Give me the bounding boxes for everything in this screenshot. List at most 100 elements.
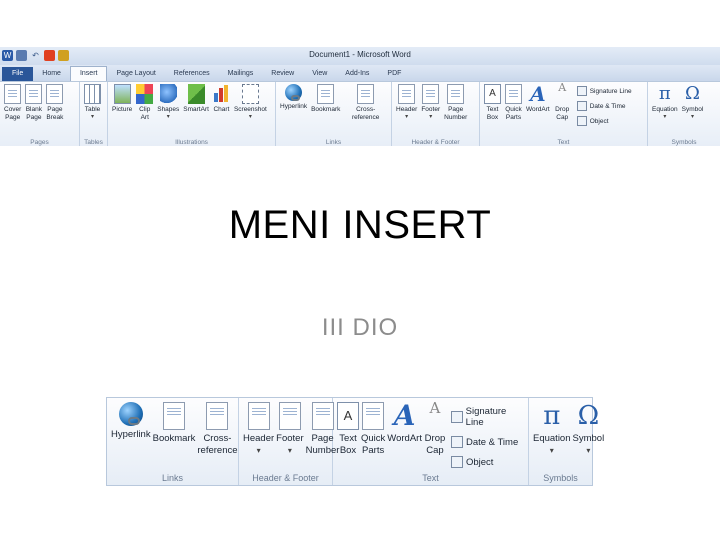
button-label: Quick [361, 433, 386, 444]
group-pages: Cover Page Blank Page Page Break Pages [0, 82, 80, 146]
symbol-button[interactable]: Ω Symbol ▾ [573, 402, 605, 457]
picture-button[interactable]: Picture [112, 84, 132, 114]
signature-line-button[interactable]: Signature Line [450, 406, 525, 428]
object-button[interactable]: Object [576, 116, 632, 126]
date-time-button[interactable]: Date & Time [576, 101, 632, 111]
zoomed-ribbon-screenshot: Hyperlink Bookmark Cross-reference Links… [106, 397, 604, 486]
group-label: Links [325, 139, 342, 146]
tab-view[interactable]: View [303, 67, 336, 81]
tab-home[interactable]: Home [33, 67, 70, 81]
date-time-label: Date & Time [589, 102, 626, 110]
footer-icon [422, 84, 440, 104]
text-box-icon: A [337, 402, 359, 430]
dropdown-arrow-icon: ▾ [586, 446, 591, 455]
wordart-button[interactable]: A WordArt [526, 84, 550, 114]
screenshot-button[interactable]: Screenshot ▾ [234, 84, 267, 121]
group-header-footer: Header ▾ Footer ▾ Page Number Header & Foot… [239, 398, 339, 485]
wordart-button[interactable]: A WordArt [387, 402, 422, 445]
shapes-button[interactable]: Shapes ▾ [157, 84, 179, 121]
button-label-2: Cap [426, 445, 444, 456]
footer-button[interactable]: Footer ▾ [276, 402, 304, 457]
drop-cap-button[interactable]: A Drop Cap [424, 399, 446, 457]
wordart-icon: A [530, 82, 546, 106]
tab-review[interactable]: Review [262, 67, 303, 81]
page-break-button[interactable]: Page Break [46, 84, 64, 121]
tab-mailings[interactable]: Mailings [219, 67, 263, 81]
equation-button[interactable]: π Equation ▾ [652, 84, 678, 121]
drop-cap-icon: A [429, 399, 441, 417]
date-time-button[interactable]: Date & Time [450, 436, 525, 448]
button-label: Bookmark [152, 433, 196, 444]
dropdown-arrow-icon: ▾ [256, 446, 261, 455]
button-label: Drop [424, 433, 446, 444]
quick-parts-button[interactable]: Quick Parts [361, 402, 385, 457]
tab-insert[interactable]: Insert [69, 66, 108, 81]
tab-pdf[interactable]: PDF [378, 67, 410, 81]
symbol-button[interactable]: Ω Symbol ▾ [682, 84, 704, 121]
page-number-icon [311, 402, 334, 430]
tab-add-ins[interactable]: Add-Ins [336, 67, 378, 81]
bookmark-icon [317, 84, 335, 104]
text-small-buttons: Signature Line Date & Time Object [450, 402, 525, 468]
cross-reference-icon [206, 402, 229, 430]
dropdown-arrow-icon: ▾ [166, 113, 170, 120]
title-bar: W ↶ Document1 - Microsoft Word [0, 47, 720, 65]
button-label: Cover [4, 106, 22, 113]
chart-button[interactable]: Chart [213, 84, 230, 114]
object-button[interactable]: Object [450, 456, 525, 468]
header-button[interactable]: Header ▾ [396, 84, 417, 121]
signature-line-icon [576, 86, 587, 96]
tab-file[interactable]: File [2, 67, 34, 81]
equation-pi-icon: π [658, 83, 671, 104]
bookmark-icon [162, 402, 185, 430]
blank-page-button[interactable]: Blank Page [25, 84, 43, 121]
header-button[interactable]: Header ▾ [243, 402, 274, 457]
word-ribbon-screenshot: W ↶ Document1 - Microsoft Word File Home… [0, 47, 720, 146]
cover-page-button[interactable]: Cover Page [4, 84, 21, 121]
group-text: A Text Box Quick Parts A WordArt A Drop Cap Si… [480, 82, 648, 146]
table-button[interactable]: Table ▾ [84, 84, 101, 121]
group-label: Text [422, 473, 439, 483]
text-box-button[interactable]: A Text Box [337, 402, 359, 457]
cross-reference-button[interactable]: Cross-reference [344, 84, 387, 121]
drop-cap-button[interactable]: A Drop Cap [554, 82, 571, 121]
screenshot-icon [241, 84, 259, 104]
tab-references[interactable]: References [165, 67, 219, 81]
hyperlink-button[interactable]: Hyperlink [111, 402, 151, 441]
bookmark-button[interactable]: Bookmark [152, 402, 196, 445]
button-label: Blank [25, 106, 42, 113]
quick-parts-button[interactable]: Quick Parts [505, 84, 522, 121]
button-label-2: Art [140, 113, 149, 121]
signature-line-icon [450, 411, 463, 423]
footer-button[interactable]: Footer ▾ [421, 84, 440, 121]
group-links: Hyperlink Bookmark Cross-reference Links [107, 398, 239, 485]
text-small-buttons: Signature Line Date & Time Object [576, 84, 632, 126]
dropdown-arrow-icon: ▾ [405, 113, 409, 120]
quick-parts-icon [505, 84, 522, 104]
signature-line-button[interactable]: Signature Line [576, 86, 632, 96]
date-time-icon [450, 436, 463, 448]
button-label-2: Number [444, 113, 468, 121]
hyperlink-button[interactable]: Hyperlink [280, 84, 307, 111]
dropdown-arrow-icon: ▾ [429, 113, 433, 120]
button-label: Text [486, 106, 499, 113]
equation-button[interactable]: π Equation ▾ [533, 402, 571, 457]
dropdown-arrow-icon: ▾ [663, 113, 667, 120]
clip-art-icon [136, 84, 154, 104]
dropdown-arrow-icon: ▾ [691, 113, 695, 120]
page-number-button[interactable]: Page Number [444, 84, 467, 121]
button-label: SmartArt [183, 106, 209, 113]
cover-page-icon [4, 84, 22, 104]
group-symbols: π Equation ▾ Ω Symbol ▾ Symbols [529, 398, 604, 485]
group-symbols: π Equation ▾ Ω Symbol ▾ Symbols [648, 82, 720, 147]
button-label: Bookmark [311, 106, 341, 113]
cross-reference-button[interactable]: Cross-reference [197, 402, 238, 457]
smartart-button[interactable]: SmartArt [183, 84, 209, 114]
dropdown-arrow-icon: ▾ [287, 446, 292, 455]
text-box-button[interactable]: A Text Box [484, 84, 501, 121]
clip-art-button[interactable]: Clip Art [136, 84, 154, 121]
tab-page-layout[interactable]: Page Layout [107, 67, 164, 81]
object-label: Object [465, 456, 494, 468]
bookmark-button[interactable]: Bookmark [311, 84, 340, 114]
header-icon [247, 402, 270, 430]
